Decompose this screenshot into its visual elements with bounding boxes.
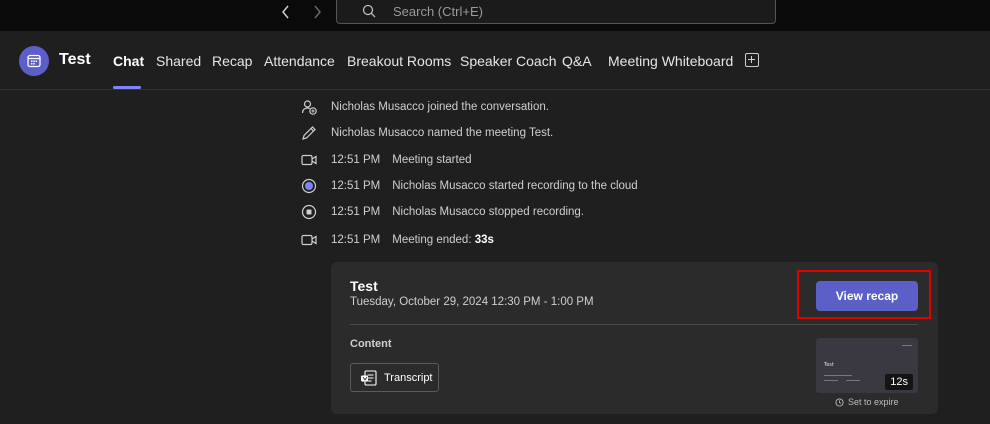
top-bar: Search (Ctrl+E): [0, 0, 990, 32]
event-row: 12:51 PM Nicholas Musacco stopped record…: [300, 202, 584, 222]
search-icon: [362, 4, 376, 18]
content-label: Content: [350, 338, 392, 350]
search-placeholder: Search (Ctrl+E): [393, 3, 483, 19]
recap-card-date: Tuesday, October 29, 2024 12:30 PM - 1:0…: [350, 296, 594, 308]
forward-arrow-icon[interactable]: [307, 2, 327, 22]
recording-thumbnail[interactable]: Test 12s: [816, 338, 918, 393]
meeting-duration: 33s: [474, 234, 494, 246]
tab-shared[interactable]: Shared: [156, 53, 201, 69]
event-text: Nicholas Musacco joined the conversation…: [331, 101, 549, 113]
transcript-button[interactable]: Transcript: [350, 363, 439, 392]
event-text: Meeting ended:: [392, 234, 475, 246]
event-time: 12:51 PM: [331, 180, 381, 192]
tab-attendance[interactable]: Attendance: [264, 53, 335, 69]
event-time: 12:51 PM: [331, 206, 381, 218]
expire-label: Set to expire: [835, 397, 899, 407]
thumbnail-line: [846, 380, 860, 381]
card-divider: [350, 324, 918, 325]
event-row: 12:51 PM Nicholas Musacco started record…: [300, 176, 638, 196]
stop-recording-icon: [300, 203, 318, 221]
video-camera-icon: [300, 151, 318, 169]
pencil-icon: [300, 124, 318, 142]
back-arrow-icon[interactable]: [276, 2, 296, 22]
thumbnail-line: [824, 375, 852, 376]
transcript-icon: [361, 369, 377, 386]
tab-speaker-coach[interactable]: Speaker Coach: [460, 53, 557, 69]
thumbnail-line: [824, 380, 838, 381]
clock-icon: [835, 397, 844, 407]
event-text: Nicholas Musacco started recording to th…: [392, 180, 638, 192]
recap-card-title: Test: [350, 278, 378, 294]
recording-icon: [300, 177, 318, 195]
add-tab-icon[interactable]: [745, 53, 759, 67]
meeting-calendar-avatar: [19, 46, 49, 76]
transcript-label: Transcript: [384, 371, 433, 384]
event-time: 12:51 PM: [331, 234, 381, 246]
meeting-title: Test: [59, 51, 91, 68]
event-row: Nicholas Musacco joined the conversation…: [300, 97, 549, 117]
event-text: Nicholas Musacco named the meeting Test.: [331, 127, 554, 139]
tab-breakout-rooms[interactable]: Breakout Rooms: [347, 53, 451, 69]
tab-qa[interactable]: Q&A: [562, 53, 592, 69]
tab-meeting-whiteboard[interactable]: Meeting Whiteboard: [608, 53, 733, 69]
event-time: 12:51 PM: [331, 154, 381, 166]
person-add-icon: [300, 98, 318, 116]
calendar-icon: [27, 54, 41, 68]
video-camera-icon: [300, 231, 318, 249]
expire-text: Set to expire: [848, 397, 899, 407]
active-tab-indicator: [113, 86, 141, 89]
thumbnail-line: [902, 345, 912, 346]
event-row: Nicholas Musacco named the meeting Test.: [300, 123, 553, 143]
event-text: Nicholas Musacco stopped recording.: [392, 206, 585, 218]
search-input[interactable]: Search (Ctrl+E): [336, 0, 776, 24]
event-text: Meeting started: [392, 154, 472, 166]
meeting-recap-card: Test Tuesday, October 29, 2024 12:30 PM …: [331, 262, 938, 414]
event-row: 12:51 PM Meeting ended: 33s: [300, 230, 494, 250]
tab-chat[interactable]: Chat: [113, 53, 144, 69]
event-row: 12:51 PM Meeting started: [300, 150, 472, 170]
tab-recap[interactable]: Recap: [212, 53, 252, 69]
recording-duration: 12s: [885, 374, 913, 390]
thumbnail-title: Test: [824, 362, 834, 368]
view-recap-button[interactable]: View recap: [816, 281, 918, 311]
meeting-header: Test Chat Shared Recap Attendance Breako…: [0, 31, 990, 90]
